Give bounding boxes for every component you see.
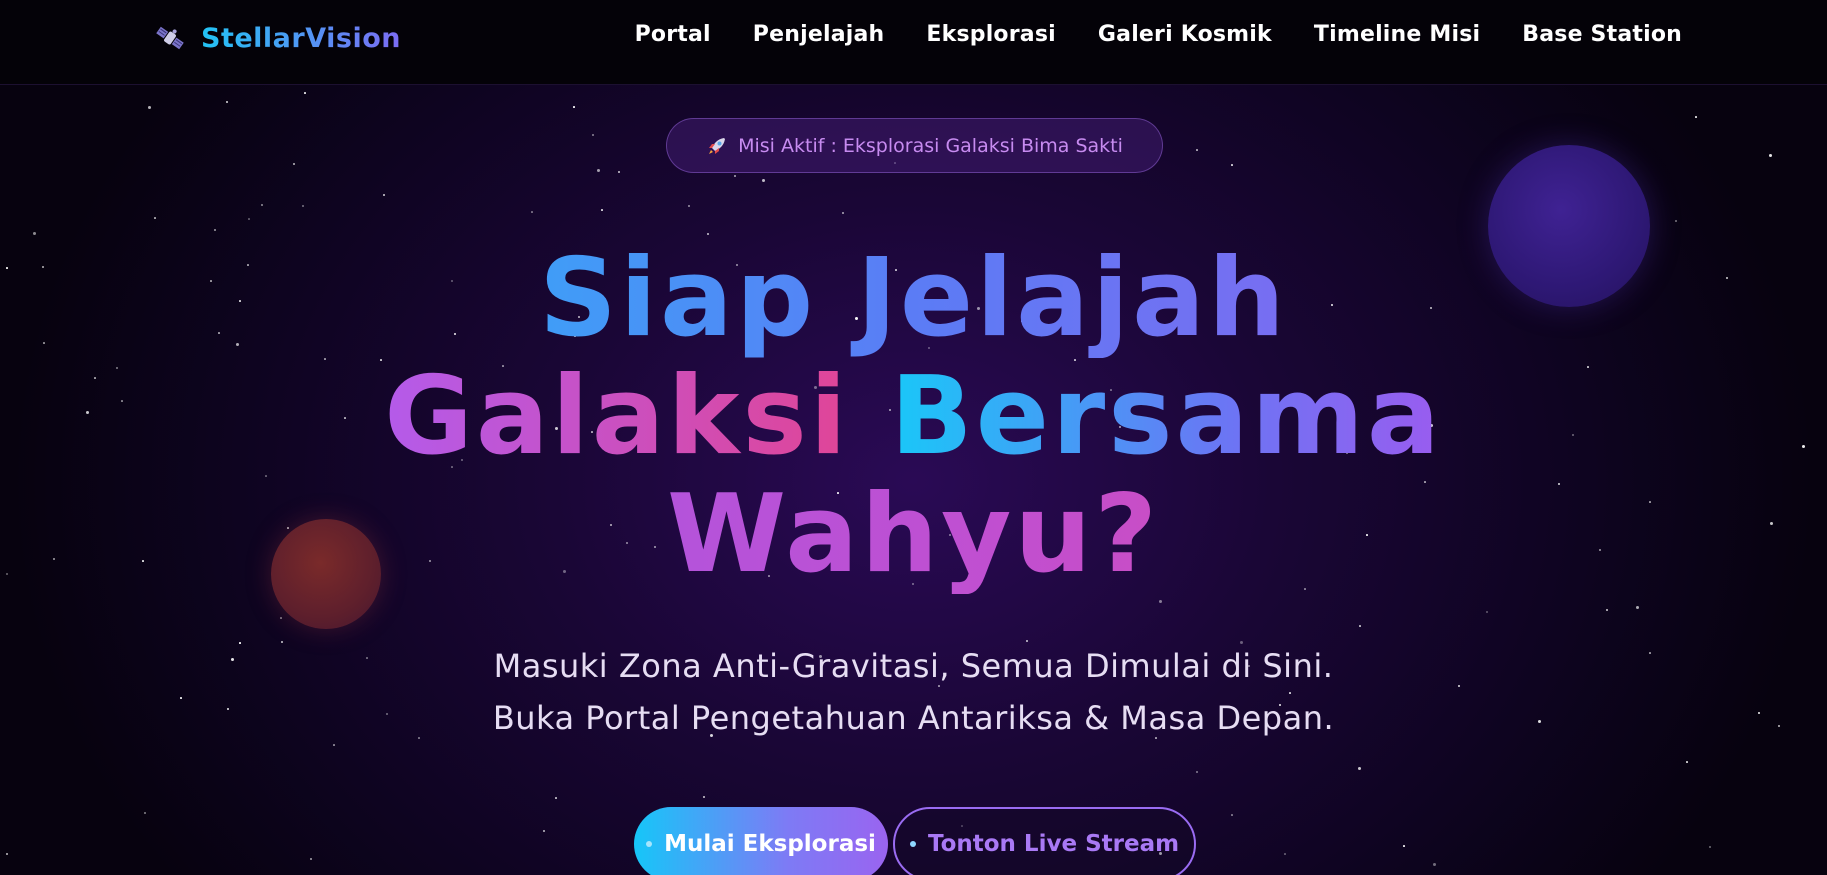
star <box>310 858 312 860</box>
star <box>1695 116 1697 118</box>
star <box>280 617 282 619</box>
nav-item-base-station[interactable]: Base Station <box>1522 22 1682 47</box>
star <box>734 175 736 177</box>
headline-word-bersama: Bersama <box>890 354 1443 479</box>
star <box>6 853 8 855</box>
star <box>148 106 151 109</box>
star <box>1636 606 1639 609</box>
brand-logo[interactable]: StellarVision <box>153 20 401 56</box>
star <box>333 744 335 746</box>
brand-name: StellarVision <box>201 22 401 54</box>
watch-live-stream-button[interactable]: Tonton Live Stream <box>893 807 1196 875</box>
active-mission-badge: Misi Aktif : Eksplorasi Galaksi Bima Sak… <box>666 118 1163 173</box>
star <box>1159 600 1162 603</box>
rocket-icon <box>709 137 726 154</box>
star <box>248 218 250 220</box>
live-dot-icon <box>909 841 916 847</box>
star <box>302 205 304 207</box>
star <box>144 812 146 814</box>
headline-line-1: Siap Jelajah <box>0 240 1827 358</box>
star <box>1686 761 1688 763</box>
star <box>1709 846 1711 848</box>
nav-item-portal[interactable]: Portal <box>635 22 711 47</box>
star <box>1196 149 1198 151</box>
subtitle-line-1: Masuki Zona Anti-Gravitasi, Semua Dimula… <box>493 647 1334 685</box>
star <box>154 217 156 219</box>
star <box>1231 814 1233 816</box>
nav-item-galeri-kosmik[interactable]: Galeri Kosmik <box>1098 22 1272 47</box>
star <box>1433 863 1436 866</box>
nav-item-penjelajah[interactable]: Penjelajah <box>753 22 885 47</box>
headline-word-galaksi: Galaksi <box>384 354 850 479</box>
star <box>1196 771 1198 773</box>
star <box>601 209 603 211</box>
star <box>543 830 545 832</box>
star <box>531 211 533 213</box>
top-navbar: StellarVision Portal Penjelajah Eksplora… <box>0 0 1827 85</box>
headline-line-2: Galaksi Bersama <box>0 358 1827 476</box>
star <box>688 205 690 207</box>
star <box>555 797 557 799</box>
star <box>1403 845 1405 847</box>
star <box>597 169 600 172</box>
star <box>1675 220 1677 222</box>
star <box>261 204 263 206</box>
hero-headline: Siap Jelajah Galaksi Bersama Wahyu? <box>0 240 1827 594</box>
star <box>1769 154 1772 157</box>
star <box>573 106 575 108</box>
star <box>293 163 295 165</box>
star <box>842 212 844 214</box>
satellite-icon <box>156 26 184 50</box>
watch-live-stream-label: Tonton Live Stream <box>927 831 1180 857</box>
badge-text: Misi Aktif : Eksplorasi Galaksi Bima Sak… <box>738 134 1123 157</box>
star <box>304 92 306 94</box>
star <box>1359 625 1361 627</box>
start-exploration-label: Mulai Eksplorasi <box>664 831 876 857</box>
star <box>1606 609 1608 611</box>
star <box>592 134 594 136</box>
star <box>703 796 705 798</box>
star <box>383 194 385 196</box>
star <box>762 179 765 182</box>
hero-subtitle: Masuki Zona Anti-Gravitasi, Semua Dimula… <box>0 640 1827 744</box>
nav-item-timeline-misi[interactable]: Timeline Misi <box>1314 22 1480 47</box>
star <box>1358 767 1361 770</box>
star <box>618 171 620 173</box>
subtitle-line-2: Buka Portal Pengetahuan Antariksa & Masa… <box>492 699 1335 737</box>
star <box>33 232 36 235</box>
star <box>1284 853 1286 855</box>
star <box>1486 611 1488 613</box>
star <box>226 101 228 103</box>
sparkle-icon <box>646 841 653 847</box>
headline-line-3: Wahyu? <box>0 476 1827 594</box>
star <box>1231 164 1233 166</box>
star <box>214 229 216 231</box>
start-exploration-button[interactable]: Mulai Eksplorasi <box>634 807 888 875</box>
star <box>707 233 709 235</box>
main-nav: Portal Penjelajah Eksplorasi Galeri Kosm… <box>635 22 1682 47</box>
nav-item-eksplorasi[interactable]: Eksplorasi <box>926 22 1056 47</box>
